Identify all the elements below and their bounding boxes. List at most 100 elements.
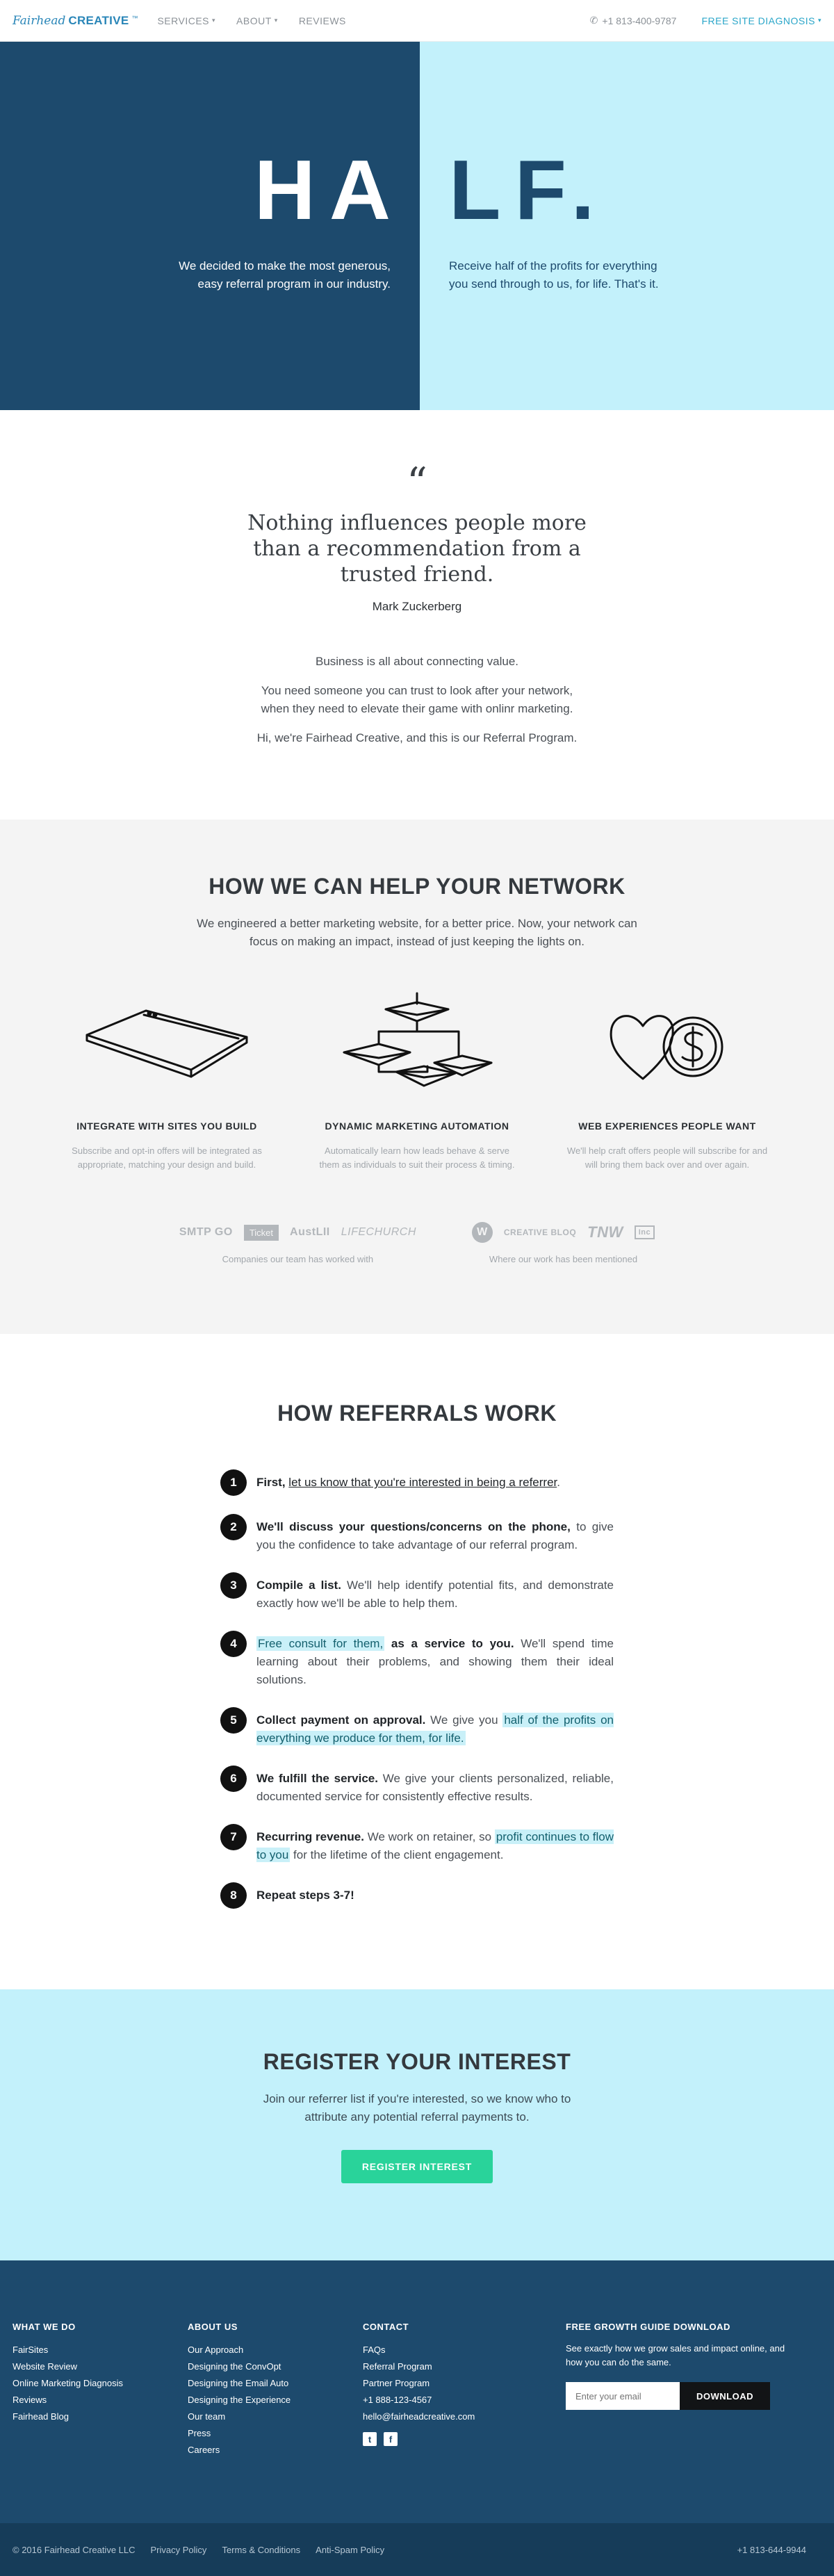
footer-link-email-auto[interactable]: Designing the Email Auto (188, 2375, 363, 2392)
footer-link-referral[interactable]: Referral Program (363, 2358, 538, 2375)
facebook-icon[interactable]: f (384, 2432, 398, 2447)
footer-link-fairsites[interactable]: FairSites (13, 2342, 188, 2358)
step-number: 8 (220, 1882, 247, 1909)
bottom-bar: © 2016 Fairhead Creative LLC Privacy Pol… (0, 2523, 834, 2576)
feature-integrate-title: INTEGRATE WITH SITES YOU BUILD (76, 1120, 257, 1132)
nav-reviews[interactable]: REVIEWS (299, 15, 346, 26)
bottom-phone[interactable]: +1 813-644-9944 (737, 2545, 806, 2555)
step-number: 5 (220, 1707, 247, 1734)
step-3: 3 Compile a list. We'll help identify po… (220, 1572, 614, 1613)
mentioned-logos: W CREATIVE BLOQ TNW Inc Where our work h… (471, 1221, 655, 1265)
mentioned-caption: Where our work has been mentioned (489, 1254, 638, 1265)
step-bold: Compile a list. (256, 1579, 341, 1592)
register-subtitle: Join our referrer list if you're interes… (263, 2092, 571, 2124)
chevron-down-icon: ▾ (817, 17, 821, 24)
step-bold: First, (256, 1476, 289, 1490)
creative-bloq-logo: CREATIVE BLOQ (503, 1228, 577, 1238)
chevron-down-icon: ▾ (274, 17, 278, 24)
footer-link-convopt[interactable]: Designing the ConvOpt (188, 2358, 363, 2375)
footer-phone-link[interactable]: +1 888-123-4567 (363, 2392, 538, 2408)
site-logo[interactable]: Fairhead CREATIVE ™ (13, 14, 138, 28)
step-text: Compile a list. We'll help identify pote… (256, 1572, 614, 1613)
quote-text: Nothing influences people more than a re… (247, 511, 587, 587)
quote-author: Mark Zuckerberg (372, 600, 462, 614)
feature-experiences-desc: We'll help craft offers people will subs… (566, 1146, 768, 1171)
step-6: 6 We fulfill the service. We give your c… (220, 1766, 614, 1806)
anti-spam-link[interactable]: Anti-Spam Policy (316, 2545, 384, 2555)
step-text: Repeat steps 3-7! (256, 1882, 354, 1909)
step-number: 7 (220, 1824, 247, 1851)
nav-about[interactable]: ABOUT ▾ (236, 15, 278, 26)
register-interest-button[interactable]: REGISTER INTEREST (341, 2150, 493, 2184)
hero-text-left: We decided to make the most generous, ea… (179, 259, 391, 291)
terms-link[interactable]: Terms & Conditions (222, 2545, 300, 2555)
hero-left-panel: HA We decided to make the most generous,… (0, 42, 420, 410)
nav-phone-link[interactable]: ✆ +1 813-400-9787 (590, 15, 677, 26)
copyright: © 2016 Fairhead Creative LLC (13, 2544, 136, 2555)
step-7: 7 Recurring revenue. We work on retainer… (220, 1824, 614, 1864)
step-number: 2 (220, 1514, 247, 1541)
inc-logo: Inc (634, 1225, 655, 1240)
email-field[interactable] (566, 2382, 680, 2411)
footer-link-team[interactable]: Our team (188, 2408, 363, 2425)
referrals-section: HOW REFERRALS WORK 1 First, let us know … (0, 1334, 834, 1989)
footer-link-faqs[interactable]: FAQs (363, 2342, 538, 2358)
referrals-title: HOW REFERRALS WORK (277, 1401, 557, 1426)
worked-with-logos: SMTP GO Ticket AustLII LIFECHURCH Compan… (179, 1221, 416, 1264)
footer-link-blog[interactable]: Fairhead Blog (13, 2408, 188, 2425)
step-rest: We give you (425, 1713, 503, 1727)
footer-contact: CONTACT FAQs Referral Program Partner Pr… (363, 2322, 538, 2459)
nav-phone-number: +1 813-400-9787 (602, 15, 677, 26)
intro-line-3: Hi, we're Fairhead Creative, and this is… (256, 731, 578, 745)
nav-services[interactable]: SERVICES ▾ (157, 15, 215, 26)
footer-link-website-review[interactable]: Website Review (13, 2358, 188, 2375)
feature-automation-title: DYNAMIC MARKETING AUTOMATION (325, 1120, 509, 1132)
hero-big-text-left: HA (254, 142, 404, 237)
footer-link-press[interactable]: Press (188, 2425, 363, 2442)
footer-heading: CONTACT (363, 2322, 409, 2333)
tnw-logo: TNW (587, 1223, 623, 1241)
footer-link-partner[interactable]: Partner Program (363, 2375, 538, 2392)
step-number: 3 (220, 1572, 247, 1599)
feature-automation: DYNAMIC MARKETING AUTOMATION Automatical… (309, 990, 525, 1172)
referral-steps: 1 First, let us know that you're interes… (220, 1469, 614, 1909)
worked-with-caption: Companies our team has worked with (222, 1254, 374, 1265)
download-button[interactable]: DOWNLOAD (680, 2382, 770, 2411)
footer-email-link[interactable]: hello@fairheadcreative.com (363, 2408, 538, 2425)
step-bold: Collect payment on approval. (256, 1713, 426, 1727)
nav-right: ✆ +1 813-400-9787 FREE SITE DIAGNOSIS ▾ (590, 15, 821, 26)
step-text: Collect payment on approval. We give you… (256, 1707, 614, 1747)
step-bold: We'll discuss your questions/concerns on… (256, 1520, 571, 1534)
logo-word: CREATIVE (68, 13, 129, 27)
mentioned-logo-row: W CREATIVE BLOQ TNW Inc (471, 1221, 655, 1244)
footer-link-experience[interactable]: Designing the Experience (188, 2392, 363, 2408)
austlii-logo: AustLII (290, 1226, 330, 1239)
w-logo: W (471, 1222, 493, 1244)
register-title: REGISTER YOUR INTEREST (263, 2049, 571, 2075)
footer-link-careers[interactable]: Careers (188, 2442, 363, 2459)
phone-icon: ✆ (589, 15, 598, 26)
free-site-diagnosis-link[interactable]: FREE SITE DIAGNOSIS ▾ (701, 15, 821, 26)
footer: WHAT WE DO FairSites Website Review Onli… (0, 2260, 834, 2524)
footer-link-reviews[interactable]: Reviews (13, 2392, 188, 2408)
envelope-network-icon (309, 990, 525, 1094)
intro-line-1: Business is all about connecting value. (315, 655, 518, 669)
footer-heading: FREE GROWTH GUIDE DOWNLOAD (566, 2322, 730, 2333)
growth-guide-desc: See exactly how we grow sales and impact… (566, 2343, 785, 2368)
step-number: 6 (220, 1766, 247, 1793)
footer-link-diagnosis[interactable]: Online Marketing Diagnosis (13, 2375, 188, 2392)
lifechurch-logo: LIFECHURCH (341, 1226, 416, 1239)
step-text: Recurring revenue. We work on retainer, … (256, 1824, 614, 1864)
step-bold: We fulfill the service. (256, 1772, 378, 1786)
register-referrer-link[interactable]: let us know that you're interested in be… (288, 1476, 557, 1489)
nav-reviews-label: REVIEWS (298, 15, 346, 26)
step-number: 4 (220, 1631, 247, 1658)
logos-row: SMTP GO Ticket AustLII LIFECHURCH Compan… (0, 1221, 834, 1264)
footer-link-approach[interactable]: Our Approach (188, 2342, 363, 2358)
help-subtitle: We engineered a better marketing website… (197, 917, 637, 949)
quote-section: “ Nothing influences people more than a … (0, 410, 834, 820)
twitter-icon[interactable]: t (363, 2432, 377, 2447)
step-1: 1 First, let us know that you're interes… (220, 1469, 614, 1497)
privacy-policy-link[interactable]: Privacy Policy (151, 2545, 207, 2555)
smtpgo-logo: SMTP GO (179, 1226, 233, 1239)
